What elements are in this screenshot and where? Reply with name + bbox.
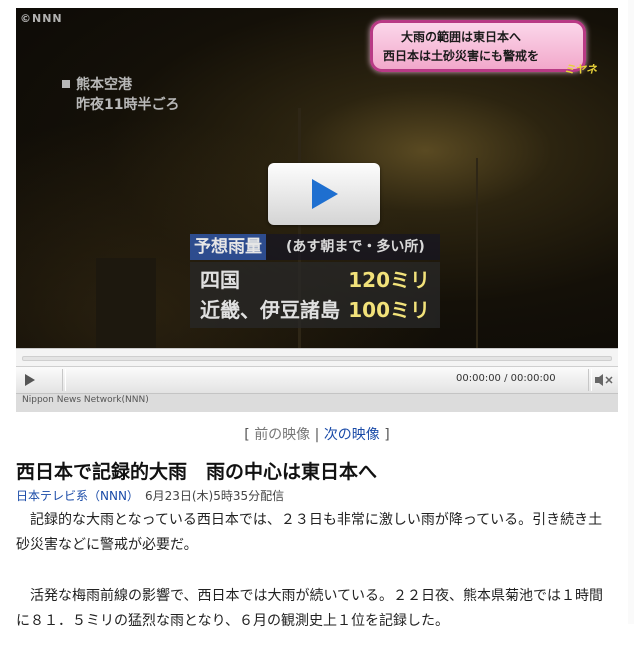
location-time: 昨夜11時半ごろ: [76, 97, 180, 113]
headline-line-1: 大雨の範囲は東日本へ: [401, 30, 522, 44]
article-paragraph: 活発な梅雨前線の影響で、西日本では大雨が続いている。２２日夜、熊本県菊池では１時…: [16, 588, 604, 629]
light-pole: [476, 158, 478, 348]
bracket-close: ]: [384, 427, 390, 443]
mute-icon[interactable]: [594, 373, 614, 387]
article-byline: 日本テレビ系（NNN） 6月23日(木)5時35分配信: [16, 487, 284, 504]
prev-video-link[interactable]: 前の映像: [254, 427, 310, 443]
bracket-open: [: [244, 427, 250, 443]
small-play-icon[interactable]: [24, 373, 36, 387]
article-body: 記録的な大雨となっている西日本では、２３日も非常に激しい雨が降っている。引き続き…: [16, 508, 616, 660]
play-button[interactable]: [268, 163, 380, 225]
seek-bar[interactable]: [16, 348, 618, 367]
video-navigation: [ 前の映像 | 次の映像 ]: [0, 424, 634, 444]
forecast-region: 近畿、伊豆諸島: [200, 298, 340, 322]
location-caption: 熊本空港 昨夜11時半ごろ: [62, 75, 179, 115]
forecast-rows: 四国 120ミリ 近畿、伊豆諸島 100ミリ: [190, 262, 440, 328]
next-video-link[interactable]: 次の映像: [324, 427, 380, 443]
divider: [62, 369, 66, 391]
seek-track[interactable]: [22, 356, 612, 361]
article-title: 西日本で記録的大雨 雨の中心は東日本へ: [16, 461, 378, 483]
play-icon: [312, 179, 338, 209]
rain-forecast-panel: 予想雨量 (あす朝まで・多い所) 四国 120ミリ 近畿、伊豆諸島 100ミリ: [190, 234, 440, 329]
news-headline-box: 大雨の範囲は東日本へ 西日本は土砂災害にも警戒を ミヤネ: [370, 20, 597, 76]
divider: [588, 369, 592, 391]
publish-date: 6月23日(木)5時35分配信: [144, 489, 285, 503]
square-bullet-icon: [62, 80, 70, 88]
forecast-note: (あす朝まで・多い所): [286, 239, 425, 255]
broadcaster-logo: ©NNN: [20, 12, 63, 25]
source-link[interactable]: 日本テレビ系（NNN）: [16, 489, 139, 503]
location-name: 熊本空港: [76, 77, 132, 93]
player-controls: 00:00:00 / 00:00:00: [16, 366, 618, 394]
article-paragraph: 記録的な大雨となっている西日本では、２３日も非常に激しい雨が降っている。引き続き…: [16, 512, 603, 553]
program-tag: ミヤネ: [564, 63, 597, 76]
forecast-row: 近畿、伊豆諸島 100ミリ: [200, 295, 430, 325]
page-edge: [628, 0, 634, 624]
time-display: 00:00:00 / 00:00:00: [456, 373, 556, 384]
video-credit: Nippon News Network(NNN): [22, 395, 149, 405]
forecast-row: 四国 120ミリ: [200, 265, 430, 295]
nav-divider: |: [314, 427, 320, 443]
video-player: ©NNN 熊本空港 昨夜11時半ごろ 大雨の範囲は東日本へ 西日本は土砂災害にも…: [16, 8, 618, 412]
forecast-amount: 100ミリ: [348, 298, 430, 322]
headline-line-2: 西日本は土砂災害にも警戒を: [383, 49, 540, 63]
forecast-title: 予想雨量: [190, 234, 266, 260]
light-pole: [96, 258, 156, 348]
forecast-region: 四国: [200, 268, 240, 292]
video-frame[interactable]: ©NNN 熊本空港 昨夜11時半ごろ 大雨の範囲は東日本へ 西日本は土砂災害にも…: [16, 8, 618, 348]
forecast-amount: 120ミリ: [348, 268, 430, 292]
